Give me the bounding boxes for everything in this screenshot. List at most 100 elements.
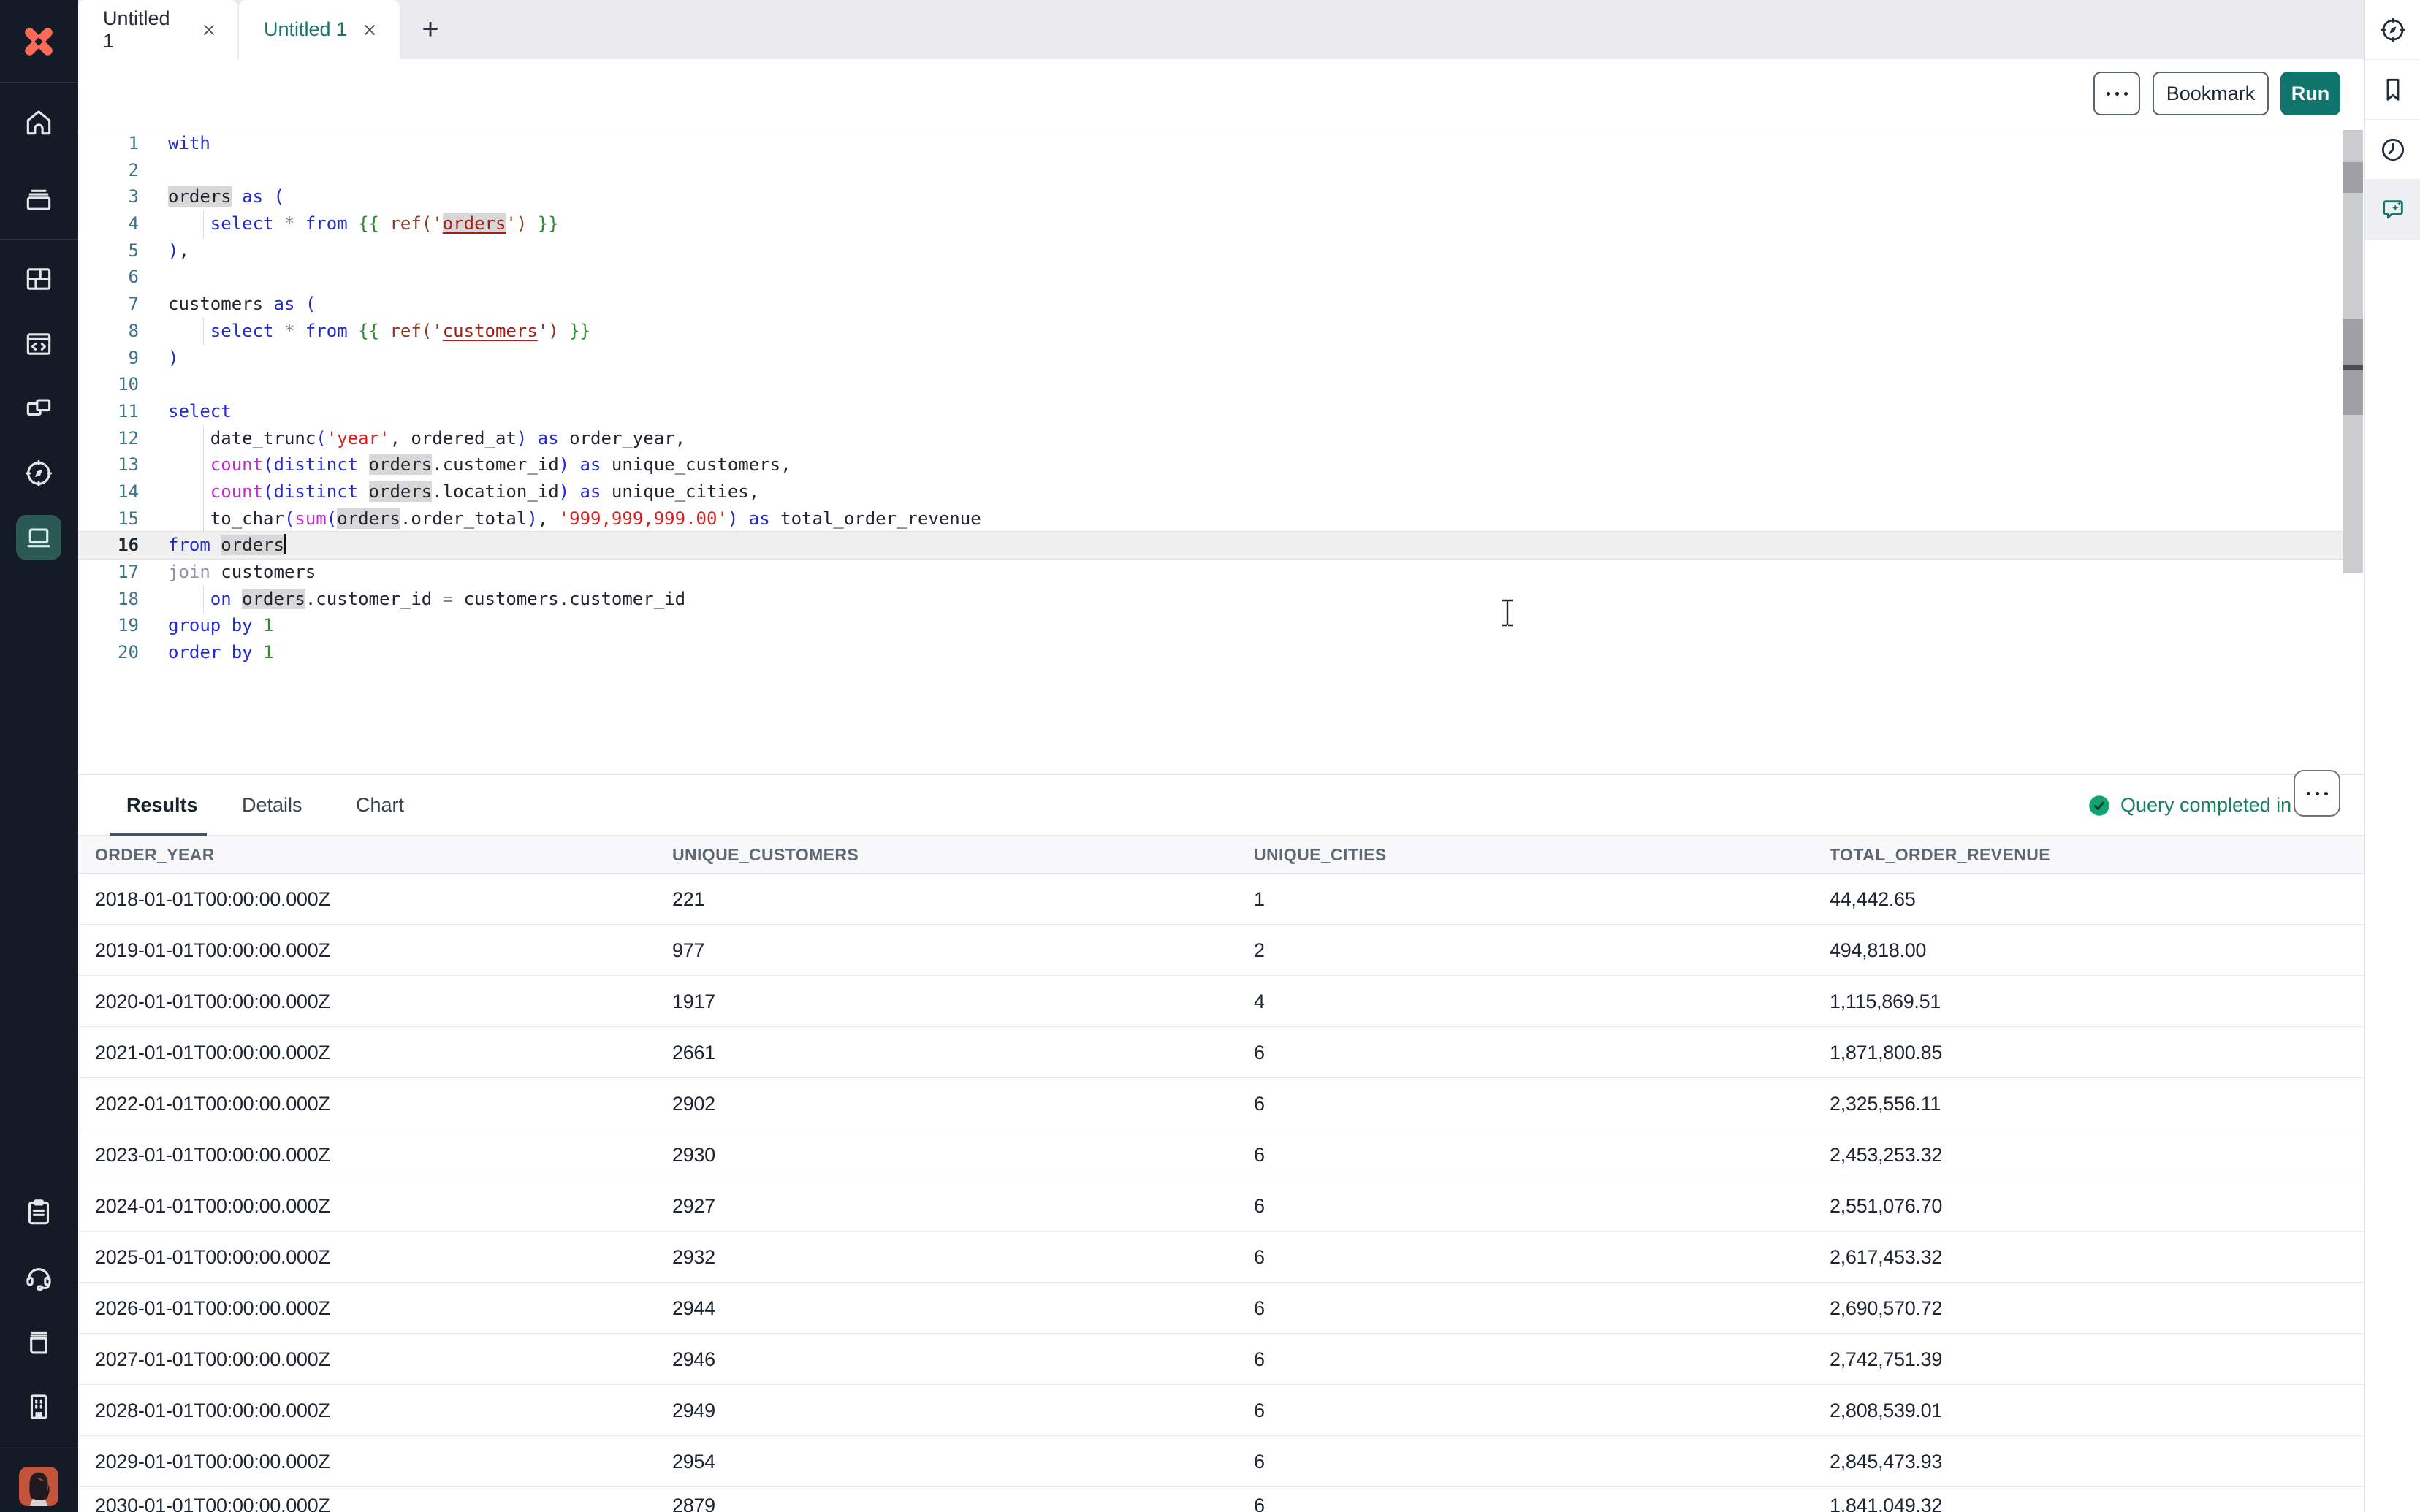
table-cell[interactable]: 6 [1254, 1487, 1265, 1512]
panel-item-explore[interactable] [2365, 0, 2420, 60]
table-cell[interactable]: 2927 [672, 1180, 715, 1232]
code-line-4[interactable]: 4 select * from {{ ref('orders') }} [78, 210, 2343, 237]
code-line-17[interactable]: 17join customers [78, 559, 2343, 586]
run-button[interactable]: Run [2280, 72, 2340, 115]
table-cell[interactable]: 2,325,556.11 [1830, 1078, 1941, 1129]
table-cell[interactable]: 4 [1254, 976, 1265, 1027]
table-cell[interactable]: 1917 [672, 976, 715, 1027]
table-cell[interactable]: 2018-01-01T00:00:00.000Z [95, 874, 330, 925]
new-tab-button[interactable]: + [413, 12, 448, 47]
table-cell[interactable]: 494,818.00 [1830, 925, 1926, 976]
table-cell[interactable]: 2020-01-01T00:00:00.000Z [95, 976, 330, 1027]
table-cell[interactable]: 2949 [672, 1385, 715, 1436]
table-cell[interactable]: 2021-01-01T00:00:00.000Z [95, 1027, 330, 1078]
code-line-6[interactable]: 6 [78, 264, 2343, 291]
table-cell[interactable]: 2661 [672, 1027, 715, 1078]
sidebar-item-notebook[interactable] [16, 515, 61, 560]
table-cell[interactable]: 2023-01-01T00:00:00.000Z [95, 1129, 330, 1180]
table-cell[interactable]: 2,690,570.72 [1830, 1283, 1942, 1334]
table-cell[interactable]: 2024-01-01T00:00:00.000Z [95, 1180, 330, 1232]
editor-scrollbar[interactable] [2343, 130, 2363, 573]
table-cell[interactable]: 1,115,869.51 [1830, 976, 1941, 1027]
table-cell[interactable]: 44,442.65 [1830, 874, 1915, 925]
table-cell[interactable]: 2954 [672, 1436, 715, 1487]
panel-item-ai-chat[interactable] [2365, 180, 2420, 240]
table-cell[interactable]: 2,742,751.39 [1830, 1334, 1942, 1385]
table-cell[interactable]: 2030-01-01T00:00:00.000Z [95, 1487, 330, 1512]
code-line-18[interactable]: 18 on orders.customer_id = customers.cus… [78, 586, 2343, 613]
column-header-total-order-revenue[interactable]: TOTAL_ORDER_REVENUE [1830, 836, 2050, 874]
code-line-1[interactable]: 1with [78, 130, 2343, 157]
table-cell[interactable]: 2946 [672, 1334, 715, 1385]
sidebar-item-organization[interactable] [16, 1384, 61, 1429]
sidebar-item-home[interactable] [16, 100, 61, 145]
sidebar-item-docs[interactable] [16, 1320, 61, 1365]
table-cell[interactable]: 6 [1254, 1385, 1265, 1436]
code-line-10[interactable]: 10 [78, 371, 2343, 398]
table-cell[interactable]: 6 [1254, 1078, 1265, 1129]
table-cell[interactable]: 2019-01-01T00:00:00.000Z [95, 925, 330, 976]
tab-results[interactable]: Results [126, 775, 198, 836]
table-cell[interactable]: 2025-01-01T00:00:00.000Z [95, 1232, 330, 1283]
more-options-button[interactable] [2093, 72, 2140, 115]
table-cell[interactable]: 2902 [672, 1078, 715, 1129]
code-line-16[interactable]: 16from orders [78, 532, 2343, 559]
sidebar-item-projects[interactable] [16, 177, 61, 222]
table-cell[interactable]: 2028-01-01T00:00:00.000Z [95, 1385, 330, 1436]
table-cell[interactable]: 2930 [672, 1129, 715, 1180]
code-line-5[interactable]: 5), [78, 237, 2343, 264]
code-line-13[interactable]: 13 count(distinct orders.customer_id) as… [78, 451, 2343, 478]
table-cell[interactable]: 2,808,539.01 [1830, 1385, 1942, 1436]
table-cell[interactable]: 2932 [672, 1232, 715, 1283]
code-line-3[interactable]: 3orders as ( [78, 183, 2343, 210]
table-cell[interactable]: 2027-01-01T00:00:00.000Z [95, 1334, 330, 1385]
table-cell[interactable]: 6 [1254, 1232, 1265, 1283]
table-cell[interactable]: 2,453,253.32 [1830, 1129, 1942, 1180]
sidebar-item-explore[interactable] [16, 451, 61, 496]
sidebar-item-apps[interactable] [16, 386, 61, 431]
column-header-unique-cities[interactable]: UNIQUE_CITIES [1254, 836, 1387, 874]
table-cell[interactable]: 6 [1254, 1436, 1265, 1487]
code-line-11[interactable]: 11select [78, 398, 2343, 425]
sidebar-item-dashboard[interactable] [16, 256, 61, 302]
table-cell[interactable]: 6 [1254, 1129, 1265, 1180]
table-cell[interactable]: 1,871,800.85 [1830, 1027, 1942, 1078]
table-cell[interactable]: 2944 [672, 1283, 715, 1334]
table-cell[interactable]: 1,841,049.32 [1830, 1487, 1942, 1512]
table-cell[interactable]: 2026-01-01T00:00:00.000Z [95, 1283, 330, 1334]
table-cell[interactable]: 2029-01-01T00:00:00.000Z [95, 1436, 330, 1487]
hex-logo-icon[interactable] [18, 21, 59, 62]
table-cell[interactable]: 6 [1254, 1180, 1265, 1232]
code-line-14[interactable]: 14 count(distinct orders.location_id) as… [78, 478, 2343, 505]
column-header-unique-customers[interactable]: UNIQUE_CUSTOMERS [672, 836, 859, 874]
code-line-7[interactable]: 7customers as ( [78, 291, 2343, 318]
table-cell[interactable]: 2,551,076.70 [1830, 1180, 1942, 1232]
window-tab-untitled-1-active[interactable]: Untitled 1 [239, 0, 400, 59]
sql-editor[interactable]: 1with23orders as (4 select * from {{ ref… [78, 129, 2364, 774]
code-line-2[interactable]: 2 [78, 157, 2343, 184]
table-cell[interactable]: 2,845,473.93 [1830, 1436, 1942, 1487]
table-cell[interactable]: 221 [672, 874, 704, 925]
table-cell[interactable]: 2879 [672, 1487, 715, 1512]
panel-item-history[interactable] [2365, 120, 2420, 180]
scrollbar-thumb[interactable] [2343, 162, 2363, 193]
table-cell[interactable]: 6 [1254, 1027, 1265, 1078]
table-cell[interactable]: 2 [1254, 925, 1265, 976]
close-icon[interactable] [199, 20, 218, 39]
table-cell[interactable]: 1 [1254, 874, 1265, 925]
table-cell[interactable]: 977 [672, 925, 704, 976]
sidebar-item-code-browser[interactable] [16, 321, 61, 367]
table-cell[interactable]: 2,617,453.32 [1830, 1232, 1942, 1283]
table-cell[interactable]: 2022-01-01T00:00:00.000Z [95, 1078, 330, 1129]
code-line-19[interactable]: 19group by 1 [78, 612, 2343, 639]
table-cell[interactable]: 6 [1254, 1334, 1265, 1385]
close-icon[interactable] [360, 20, 379, 39]
user-avatar[interactable] [19, 1467, 58, 1506]
sidebar-item-changelog[interactable] [16, 1190, 61, 1235]
panel-item-bookmarks[interactable] [2365, 60, 2420, 120]
code-line-12[interactable]: 12 date_trunc('year', ordered_at) as ord… [78, 425, 2343, 452]
code-line-15[interactable]: 15 to_char(sum(orders.order_total), '999… [78, 505, 2343, 532]
code-line-9[interactable]: 9) [78, 345, 2343, 372]
results-more-button[interactable] [2294, 770, 2340, 817]
bookmark-button[interactable]: Bookmark [2153, 72, 2269, 115]
